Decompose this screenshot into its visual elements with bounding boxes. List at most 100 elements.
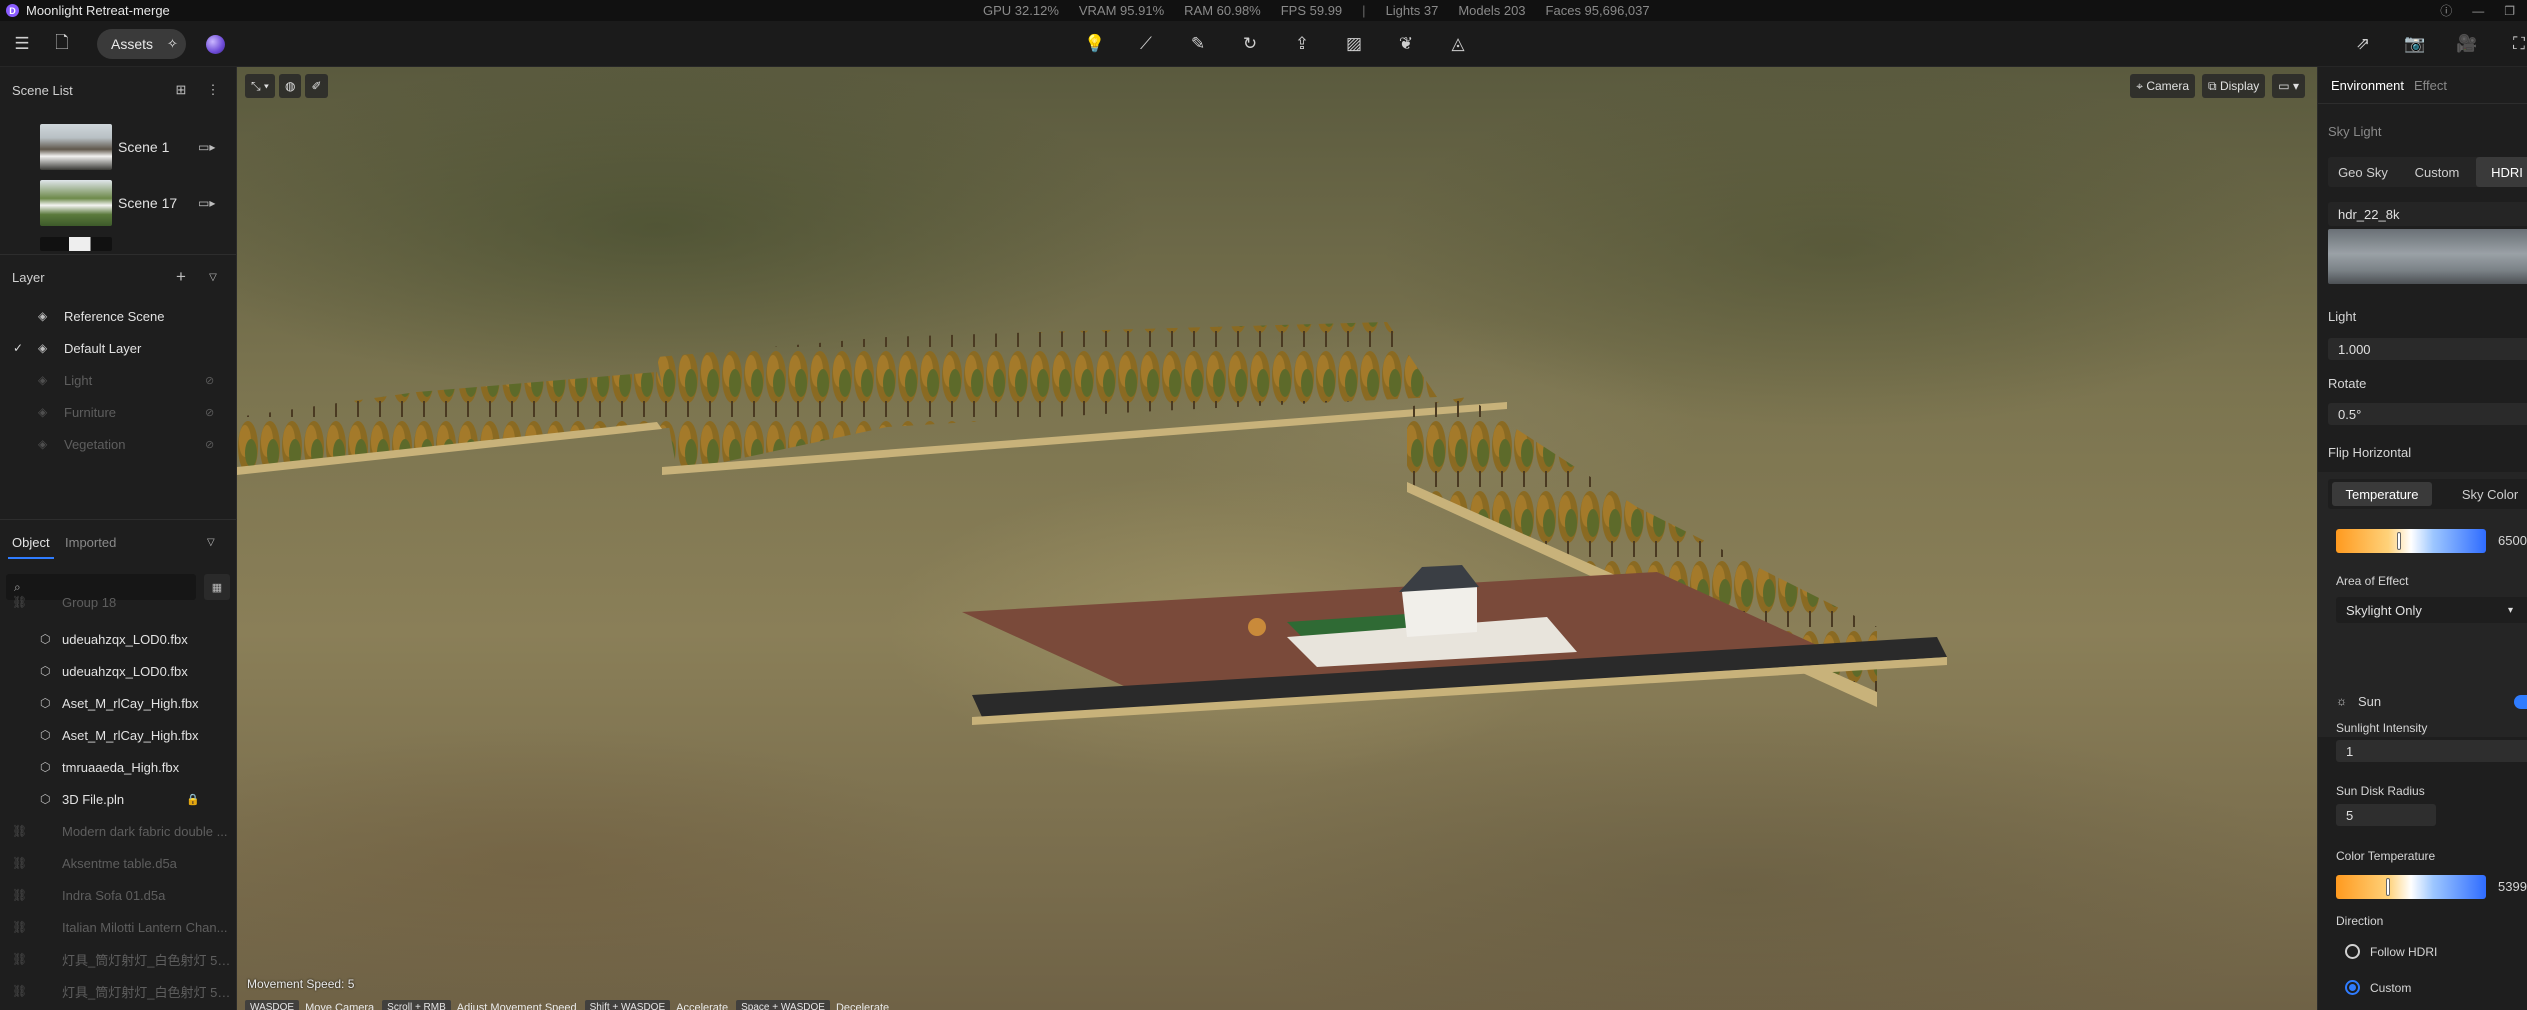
layer-item[interactable]: ✓ ◈ Default Layer	[0, 332, 236, 364]
layer-item[interactable]: ◈ Vegetation ⊘	[0, 428, 236, 460]
ai-sparkle-icon[interactable]: ✧	[167, 36, 178, 52]
hidden-eye-icon[interactable]: ⊘	[205, 374, 214, 387]
list-item[interactable]: ⛓ Italian Milotti Lantern Chan...	[0, 911, 236, 943]
menu-icon[interactable]: ☰	[8, 30, 36, 58]
list-item[interactable]: ⛓ Indra Sofa 01.d5a	[0, 879, 236, 911]
scene-camera-icon[interactable]: ▭▸	[198, 140, 215, 154]
tab-temperature[interactable]: Temperature	[2332, 482, 2432, 506]
color-temperature-slider-handle[interactable]	[2385, 878, 2390, 896]
lock-icon[interactable]: 🔒	[186, 793, 200, 806]
link-icon: ⛓	[12, 888, 28, 902]
follow-hdri-radio[interactable]	[2345, 944, 2360, 959]
custom-direction-radio[interactable]	[2345, 980, 2360, 995]
minimize-icon[interactable]: —	[2472, 4, 2484, 18]
list-item[interactable]: ⛓ Group 18	[0, 594, 236, 610]
cube-icon: ⬡	[40, 696, 51, 710]
feather-icon[interactable]: ✎	[1184, 30, 1212, 58]
movement-speed: Movement Speed: 5	[247, 977, 355, 991]
sun-toggle[interactable]	[2514, 695, 2527, 709]
render-icon[interactable]: ⛶	[2505, 30, 2527, 58]
app-logo-icon[interactable]: D	[6, 4, 19, 17]
layout-dropdown[interactable]: ▭ ▾	[2272, 74, 2305, 98]
scene-thumbnail[interactable]	[40, 237, 112, 251]
light-icon[interactable]: 💡	[1081, 30, 1109, 58]
transform-tool-icon[interactable]: ⤡ ▾	[245, 74, 275, 98]
maximize-icon[interactable]: ❐	[2504, 4, 2515, 18]
chevron-down-icon: ▾	[2508, 604, 2514, 616]
assets-button[interactable]: Assets ✧	[97, 29, 186, 59]
gpu-stat: GPU 32.12%	[983, 3, 1059, 18]
tab-environment[interactable]: Environment	[2331, 78, 2404, 93]
layer-filter-icon[interactable]: ▽	[204, 268, 222, 286]
object-filter-icon[interactable]: ▽	[207, 537, 215, 548]
ai-orb-icon[interactable]	[206, 35, 225, 54]
3d-viewport[interactable]: ⤡ ▾ ◍ ✐ ⌖ Camera ⧉ Display ▭ ▾ Movement …	[237, 67, 2317, 1010]
plant-icon[interactable]: ❦	[1392, 30, 1420, 58]
hint-action: Adjust Movement Speed	[456, 1001, 577, 1010]
hidden-eye-icon[interactable]: ⊘	[205, 406, 214, 419]
hdri-selector[interactable]: hdr_22_8k	[2328, 202, 2527, 226]
list-item-label: 灯具_筒灯射灯_白色射灯 52...	[62, 952, 232, 968]
layer-label: Furniture	[64, 404, 117, 420]
scene-list-header: Scene List ⊞ ⋮	[0, 75, 236, 105]
sky-mode-selector: Geo Sky Custom HDRI	[2328, 157, 2527, 187]
tab-imported[interactable]: Imported	[65, 535, 116, 550]
more-icon[interactable]: ⋮	[204, 81, 222, 99]
list-item[interactable]: ⬡ 3D File.pln 🔒	[0, 783, 236, 815]
list-item[interactable]: ⛓ Modern dark fabric double ...	[0, 815, 236, 847]
path-icon[interactable]: ⟋	[1132, 30, 1160, 58]
import-icon[interactable]: ⇪	[1288, 30, 1316, 58]
list-item[interactable]: ⬡ udeuahzqx_LOD0.fbx	[0, 655, 236, 687]
layer-icon: ◈	[38, 405, 48, 419]
list-item[interactable]: ⬡ Aset_M_rlCay_High.fbx	[0, 687, 236, 719]
layer-item[interactable]: ◈ Furniture ⊘	[0, 396, 236, 428]
sunlight-intensity-input[interactable]: 1	[2336, 740, 2527, 762]
keyboard-hints: WASDQE Move Camera Scroll + RMB Adjust M…	[245, 1000, 889, 1010]
list-item[interactable]: ⛓ Aksentme table.d5a	[0, 847, 236, 879]
hdri-preview[interactable]	[2328, 229, 2527, 284]
check-icon[interactable]: ✓	[13, 341, 23, 355]
scene-camera-icon[interactable]: ▭▸	[198, 196, 215, 210]
tab-sky-color[interactable]: Sky Color	[2440, 482, 2527, 506]
temperature-slider[interactable]	[2336, 529, 2486, 553]
color-temperature-slider[interactable]	[2336, 875, 2486, 899]
picker-icon[interactable]: ✐	[305, 74, 328, 98]
layer-item[interactable]: ◈ Light ⊘	[0, 364, 236, 396]
custom-direction-label: Custom	[2370, 981, 2412, 995]
scene-item[interactable]: Scene 1 ▭▸	[0, 122, 236, 172]
tab-object[interactable]: Object	[12, 535, 50, 550]
light-input[interactable]: 1.000	[2328, 338, 2527, 360]
sky-mode-custom[interactable]: Custom	[2400, 157, 2474, 187]
list-item[interactable]: ⛓ 灯具_筒灯射灯_白色射灯 52...	[0, 975, 236, 1007]
terrain-icon[interactable]: ◬	[1444, 30, 1472, 58]
rotate-icon[interactable]: ↻	[1236, 30, 1264, 58]
export-icon[interactable]: ⇗	[2349, 30, 2377, 58]
hidden-eye-icon[interactable]: ⊘	[205, 438, 214, 451]
list-item[interactable]: ⛓ 灯具_筒灯射灯_白色射灯 52...	[0, 943, 236, 975]
material-icon[interactable]: ▨	[1340, 30, 1368, 58]
area-of-effect-dropdown[interactable]: Skylight Only ▾	[2336, 597, 2527, 623]
tab-effect[interactable]: Effect	[2414, 78, 2447, 93]
add-scene-icon[interactable]: ⊞	[172, 81, 190, 99]
help-icon[interactable]: ⓘ	[2440, 2, 2452, 19]
list-item[interactable]: ⬡ udeuahzqx_LOD0.fbx	[0, 623, 236, 655]
temperature-slider-handle[interactable]	[2397, 532, 2402, 550]
list-item[interactable]: ⬡ Aset_M_rlCay_High.fbx	[0, 719, 236, 751]
color-mode-tabs: Temperature Sky Color	[2328, 479, 2527, 509]
list-item-label: Modern dark fabric double ...	[62, 823, 228, 839]
camera-button[interactable]: ⌖ Camera	[2130, 74, 2196, 98]
add-layer-icon[interactable]: +	[172, 267, 190, 286]
sun-disk-radius-input[interactable]: 5	[2336, 804, 2436, 826]
video-icon[interactable]: 🎥	[2453, 30, 2481, 58]
display-button[interactable]: ⧉ Display	[2202, 74, 2266, 98]
file-icon[interactable]: 🗋	[48, 30, 76, 58]
layer-item[interactable]: ◈ Reference Scene	[0, 300, 236, 332]
camera-icon[interactable]: 📷	[2401, 30, 2429, 58]
sky-mode-geo[interactable]: Geo Sky	[2328, 157, 2398, 187]
rotate-input[interactable]: 0.5°	[2328, 403, 2527, 425]
globe-icon[interactable]: ◍	[278, 74, 302, 98]
right-panel: Environment Effect Sky Light Geo Sky Cus…	[2317, 67, 2527, 1010]
sky-mode-hdri[interactable]: HDRI	[2476, 157, 2527, 187]
list-item[interactable]: ⬡ tmruaaeda_High.fbx	[0, 751, 236, 783]
scene-item[interactable]: Scene 17 ▭▸	[0, 178, 236, 228]
